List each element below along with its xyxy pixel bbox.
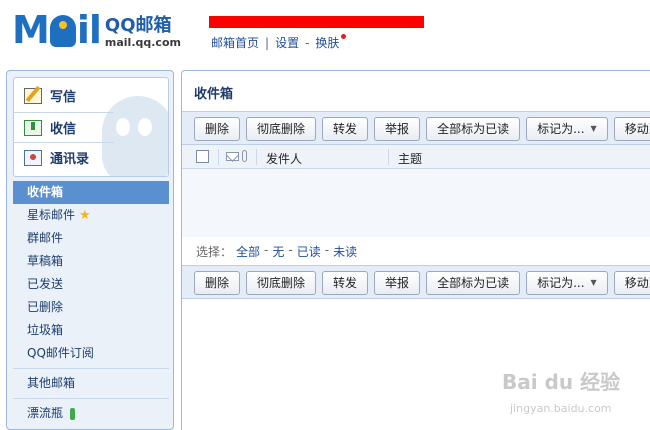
select-none-link[interactable]: 无 [272,243,284,260]
separator-dash: - [324,243,330,257]
settings-link[interactable]: 设置 [275,34,299,51]
baidu-watermark: Bai du 经验 [502,370,621,394]
mark-as-label: 标记为... [537,122,585,136]
top-links: 邮箱首页 | 设置 - 换肤 [211,34,347,51]
logo-brand: QQ邮箱 [104,15,172,36]
move-to-dropdown[interactable]: 移动到 [613,117,650,141]
permanent-delete-button[interactable]: 彻底删除 [246,117,317,141]
folder-label: 草稿箱 [27,254,64,268]
redacted-account-bar [209,16,424,28]
notification-dot-icon [341,34,347,39]
mark-all-read-button[interactable]: 全部标为已读 [426,117,521,141]
folder-label: 漂流瓶 [27,406,64,420]
contacts-icon [24,149,42,166]
folder-label: 收件箱 [27,185,64,199]
mark-all-read-button[interactable]: 全部标为已读 [426,271,521,295]
separator: | [265,35,270,50]
qq-penguin-icon [102,96,168,176]
divider [13,398,169,399]
column-sender[interactable]: 发件人 [266,150,302,167]
folder-label: 已发送 [27,277,64,291]
separator-dash: - [305,35,310,50]
select-read-link[interactable]: 已读 [297,243,321,260]
sidebar: 写信 收信 通讯录 收件箱 星标邮件 ★ 群邮件 草稿箱 已发送 已删除 垃圾箱 … [6,70,174,430]
delete-button[interactable]: 删除 [194,117,241,141]
selection-row: 选择： 全部 - 无 - 已读 - 未读 [196,243,357,260]
receive-button[interactable]: 收信 [24,118,76,137]
folder-label: 其他邮箱 [27,376,76,390]
divider [14,142,114,143]
column-separator [256,149,257,165]
move-to-label: 移动到 [624,122,650,136]
folder-starred[interactable]: 星标邮件 ★ [13,204,169,227]
delete-button[interactable]: 删除 [194,271,241,295]
logo-wordmark: Mil [12,8,102,52]
header: Mil QQ邮箱 mail.qq.com 邮箱首页 | 设置 - 换肤 [0,0,650,66]
report-button[interactable]: 举报 [374,117,421,141]
bottle-icon [70,407,76,420]
skin-link[interactable]: 换肤 [315,34,339,51]
bell-icon [49,15,76,47]
folder-label: 星标邮件 [27,208,76,222]
page-title: 收件箱 [194,87,234,102]
mailbox-home-link[interactable]: 邮箱首页 [211,34,259,51]
folder-qq-subscriptions[interactable]: QQ邮件订阅 [13,342,169,365]
receive-label: 收信 [50,122,77,137]
folder-sent[interactable]: 已发送 [13,273,169,296]
report-button[interactable]: 举报 [374,271,421,295]
select-unread-link[interactable]: 未读 [333,243,357,260]
folder-spam[interactable]: 垃圾箱 [13,319,169,342]
quick-actions: 写信 收信 通讯录 [13,77,169,177]
move-to-dropdown[interactable]: 移动到 [613,271,650,295]
qq-mail-logo[interactable]: Mil QQ邮箱 mail.qq.com [12,10,181,50]
envelope-icon [226,152,239,161]
select-label: 选择： [196,245,233,259]
folder-drafts[interactable]: 草稿箱 [13,250,169,273]
folder-label: 垃圾箱 [27,323,64,337]
folder-list: 收件箱 星标邮件 ★ 群邮件 草稿箱 已发送 已删除 垃圾箱 QQ邮件订阅 其他邮… [13,181,169,425]
mark-as-dropdown[interactable]: 标记为... ▼ [526,117,608,141]
compose-button[interactable]: 写信 [24,86,76,105]
compose-label: 写信 [50,90,77,105]
paperclip-icon [242,150,247,162]
mark-as-dropdown[interactable]: 标记为... ▼ [526,271,608,295]
receive-icon [24,119,42,136]
logo-domain: mail.qq.com [104,36,181,49]
mail-list-empty [182,169,650,237]
folder-deleted[interactable]: 已删除 [13,296,169,319]
chevron-down-icon: ▼ [590,124,597,133]
toolbar-top: 删除 彻底删除 转发 举报 全部标为已读 标记为... ▼ 移动到 [182,111,650,145]
folder-label: 已删除 [27,300,64,314]
permanent-delete-button[interactable]: 彻底删除 [246,271,317,295]
folder-inbox[interactable]: 收件箱 [13,181,169,204]
toolbar-bottom: 删除 彻底删除 转发 举报 全部标为已读 标记为... ▼ 移动到 [182,265,650,299]
star-icon: ★ [79,208,91,223]
folder-group[interactable]: 群邮件 [13,227,169,250]
write-icon [24,87,42,104]
folder-label: QQ邮件订阅 [27,346,94,360]
contacts-label: 通讯录 [50,152,90,167]
forward-button[interactable]: 转发 [322,271,369,295]
separator-dash: - [264,243,269,257]
divider [13,368,169,369]
contacts-button[interactable]: 通讯录 [24,148,89,167]
divider [14,112,114,113]
folder-label: 群邮件 [27,231,64,245]
move-to-label: 移动到 [624,276,650,290]
folder-drift-bottle[interactable]: 漂流瓶 [13,402,169,425]
separator-dash: - [288,243,293,257]
mark-as-label: 标记为... [537,276,585,290]
chevron-down-icon: ▼ [590,278,597,287]
column-separator [218,149,219,165]
column-subject[interactable]: 主题 [398,150,422,167]
select-all-link[interactable]: 全部 [236,243,260,260]
folder-other-mailboxes[interactable]: 其他邮箱 [13,372,169,395]
baidu-watermark-url: jingyan.baidu.com [510,402,612,415]
forward-button[interactable]: 转发 [322,117,369,141]
column-separator [388,149,389,165]
mail-table-header: 发件人 主题 [182,145,650,169]
select-all-checkbox[interactable] [196,150,209,163]
